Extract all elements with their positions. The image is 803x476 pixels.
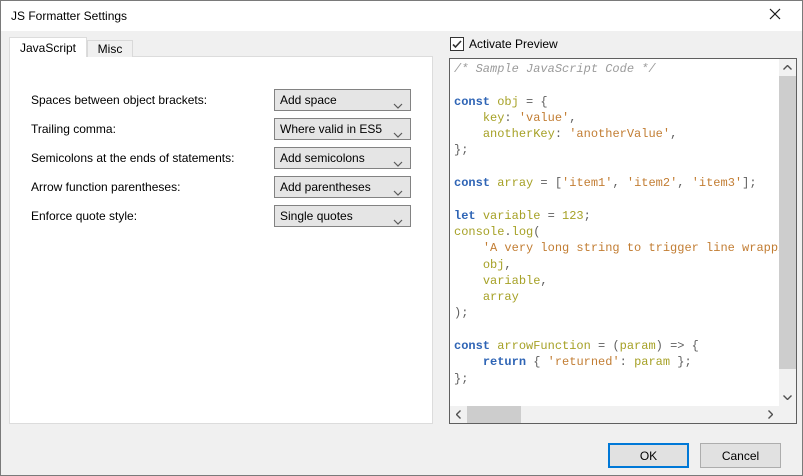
selected-value: Where valid in ES5 [280, 122, 382, 136]
row-semicolons: Semicolons at the ends of statements: Ad… [10, 147, 432, 169]
tab-javascript[interactable]: JavaScript [9, 37, 87, 57]
scroll-up-icon[interactable] [779, 59, 796, 76]
js-formatter-settings-dialog: JS Formatter Settings JavaScript Misc Sp… [0, 0, 803, 476]
scroll-right-icon[interactable] [762, 406, 779, 423]
vertical-scrollbar[interactable] [779, 59, 796, 406]
code-content: /* Sample JavaScript Code */ const obj =… [450, 59, 779, 406]
close-icon [769, 8, 781, 23]
spaces-between-object-brackets-select[interactable]: Add space [274, 89, 411, 111]
vertical-scrollbar-thumb[interactable] [779, 76, 796, 369]
selected-value: Single quotes [280, 209, 353, 223]
enforce-quote-style-select[interactable]: Single quotes [274, 205, 411, 227]
horizontal-scrollbar-thumb[interactable] [467, 406, 521, 423]
spaces-between-object-brackets-label: Spaces between object brackets: [31, 89, 207, 111]
arrow-function-parentheses-select[interactable]: Add parentheses [274, 176, 411, 198]
semicolons-select[interactable]: Add semicolons [274, 147, 411, 169]
horizontal-scrollbar[interactable] [450, 406, 779, 423]
scroll-left-icon[interactable] [450, 406, 467, 423]
ok-button[interactable]: OK [608, 443, 689, 468]
tab-misc[interactable]: Misc [87, 40, 133, 57]
semicolons-label: Semicolons at the ends of statements: [31, 147, 234, 169]
scrollbar-corner [779, 406, 796, 423]
activate-preview-label: Activate Preview [469, 37, 558, 51]
trailing-comma-select[interactable]: Where valid in ES5 [274, 118, 411, 140]
javascript-settings-panel: Spaces between object brackets: Add spac… [9, 56, 433, 424]
row-enforce-quote-style: Enforce quote style: Single quotes [10, 205, 432, 227]
activate-preview-checkbox[interactable]: Activate Preview [450, 36, 558, 52]
row-arrow-function-parentheses: Arrow function parentheses: Add parenthe… [10, 176, 432, 198]
tab-misc-label: Misc [98, 42, 123, 56]
window-title: JS Formatter Settings [11, 1, 127, 31]
chevron-down-icon [393, 98, 403, 112]
title-bar: JS Formatter Settings [1, 1, 802, 31]
row-trailing-comma: Trailing comma: Where valid in ES5 [10, 118, 432, 140]
cancel-button[interactable]: Cancel [700, 443, 781, 468]
enforce-quote-style-label: Enforce quote style: [31, 205, 137, 227]
arrow-function-parentheses-label: Arrow function parentheses: [31, 176, 180, 198]
chevron-down-icon [393, 214, 403, 228]
checkbox-checked-icon [450, 37, 464, 51]
selected-value: Add space [280, 93, 337, 107]
trailing-comma-label: Trailing comma: [31, 118, 116, 140]
tab-javascript-label: JavaScript [20, 41, 76, 55]
close-button[interactable] [754, 1, 796, 30]
chevron-down-icon [393, 127, 403, 141]
row-spaces-between-object-brackets: Spaces between object brackets: Add spac… [10, 89, 432, 111]
scroll-down-icon[interactable] [779, 389, 796, 406]
code-preview-panel: /* Sample JavaScript Code */ const obj =… [449, 58, 797, 424]
selected-value: Add semicolons [280, 151, 365, 165]
chevron-down-icon [393, 185, 403, 199]
selected-value: Add parentheses [280, 180, 371, 194]
chevron-down-icon [393, 156, 403, 170]
